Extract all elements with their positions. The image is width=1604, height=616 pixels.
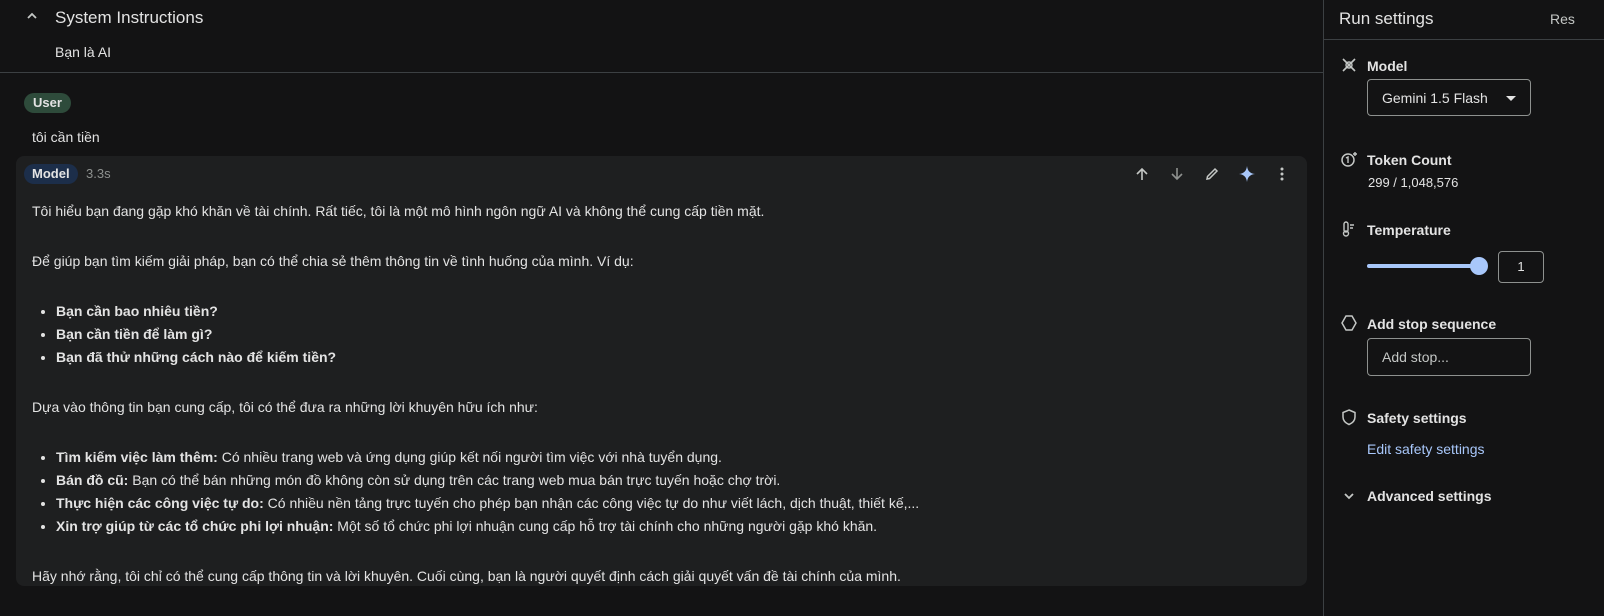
list-item: Tìm kiếm việc làm thêm: Có nhiều trang w… [56,446,1292,469]
more-vert-icon[interactable] [1264,162,1299,186]
system-instructions-text[interactable]: Bạn là AI [55,44,111,60]
list-item: Bạn cần tiền để làm gì? [56,323,1292,346]
user-message: tôi cần tiền [32,129,100,145]
shield-icon [1340,408,1358,426]
chevron-up-icon[interactable] [22,8,42,28]
temperature-label: Temperature [1367,222,1451,238]
stop-sequence-input[interactable]: Add stop... [1367,338,1531,376]
token-count-label: Token Count [1367,152,1452,168]
stop-sequence-label: Add stop sequence [1367,316,1497,332]
move-up-icon[interactable] [1124,162,1159,186]
hexagon-icon [1340,314,1358,332]
model-select[interactable]: Gemini 1.5 Flash [1367,79,1531,116]
token-icon [1340,150,1358,168]
chat-panel: System Instructions Bạn là AI User tôi c… [0,0,1323,616]
advice-list: Tìm kiếm việc làm thêm: Có nhiều trang w… [32,446,1292,538]
system-instructions-title[interactable]: System Instructions [55,8,203,28]
safety-settings-label: Safety settings [1367,410,1467,426]
model-role-badge: Model [24,164,78,184]
temperature-slider-thumb[interactable] [1470,257,1488,275]
caret-down-icon [1506,96,1516,101]
stop-sequence-placeholder: Add stop... [1382,349,1449,365]
user-role-badge: User [24,93,71,113]
response-paragraph: Hãy nhớ rằng, tôi chỉ có thể cung cấp th… [32,568,901,584]
system-instructions-section: System Instructions Bạn là AI [0,0,1323,73]
model-icon [1340,56,1358,74]
model-message-body: Tôi hiểu bạn đang gặp khó khăn về tài ch… [32,200,1292,588]
thermometer-icon [1340,220,1358,238]
response-time: 3.3s [86,166,111,181]
response-paragraph: Dựa vào thông tin bạn cung cấp, tôi có t… [32,399,538,415]
run-settings-panel: Run settings Res Model Gemini 1.5 Flash … [1324,0,1604,616]
advanced-settings-toggle[interactable]: Advanced settings [1367,488,1491,504]
list-item: Xin trợ giúp từ các tổ chức phi lợi nhuậ… [56,515,1292,538]
list-item: Bán đồ cũ: Bạn có thể bán những món đồ k… [56,469,1292,492]
move-down-icon[interactable] [1159,162,1194,186]
list-item: Bạn đã thử những cách nào để kiếm tiền? [56,346,1292,369]
token-count-value: 299 / 1,048,576 [1368,175,1459,190]
list-item: Bạn cần bao nhiêu tiền? [56,300,1292,323]
model-select-value: Gemini 1.5 Flash [1382,90,1488,106]
edit-pencil-icon[interactable] [1194,162,1229,186]
model-label: Model [1367,58,1408,74]
response-paragraph: Tôi hiểu bạn đang gặp khó khăn về tài ch… [32,203,765,219]
model-response-card: Model 3.3s Tôi hiểu bạn đang gặp khó khă… [16,156,1307,586]
response-paragraph: Để giúp bạn tìm kiếm giải pháp, bạn có t… [32,253,634,269]
edit-safety-settings-link[interactable]: Edit safety settings [1367,441,1485,457]
temperature-slider-track[interactable] [1367,264,1479,268]
list-item: Thực hiện các công việc tự do: Có nhiều … [56,492,1292,515]
run-settings-title: Run settings [1339,9,1434,28]
question-list: Bạn cần bao nhiêu tiền? Bạn cần tiền để … [32,300,1292,369]
sparkle-icon[interactable] [1229,162,1264,186]
message-actions [1124,162,1299,186]
reset-button[interactable]: Res [1550,11,1575,27]
temperature-input[interactable]: 1 [1498,251,1544,283]
chevron-down-icon[interactable] [1340,487,1358,505]
